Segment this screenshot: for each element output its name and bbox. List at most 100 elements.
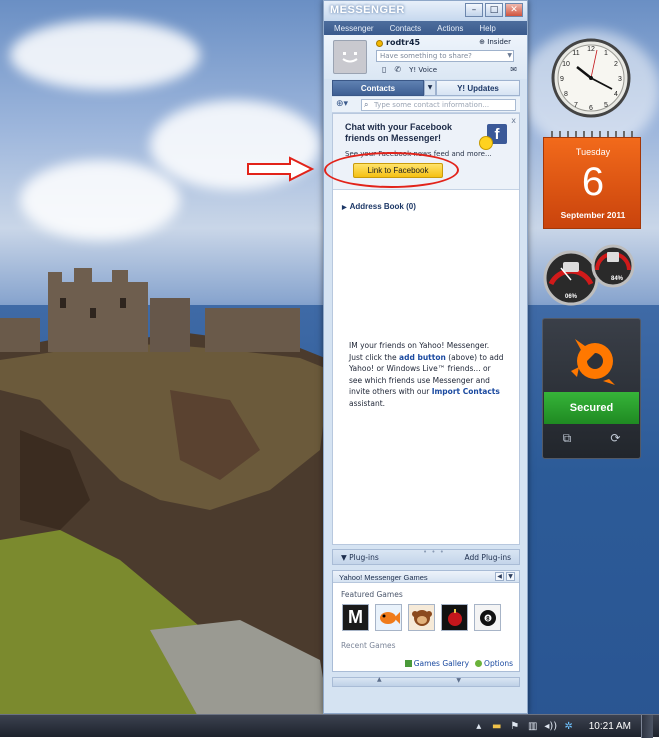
svg-text:12: 12 <box>587 46 595 53</box>
svg-text:8: 8 <box>564 91 568 98</box>
phone-icon[interactable]: ✆ <box>394 65 401 74</box>
mail-icon[interactable]: ✉ <box>510 65 517 74</box>
profile-area: rodtr45 ⊕ Insider Have something to shar… <box>324 35 527 79</box>
username[interactable]: rodtr45 <box>386 38 420 47</box>
game-mahjong-icon[interactable]: M <box>342 604 369 631</box>
status-placeholder: Have something to share? <box>380 52 472 60</box>
yahoo-voice-label[interactable]: Y! Voice <box>409 66 437 74</box>
minimize-button[interactable]: – <box>465 3 483 17</box>
insider-link[interactable]: ⊕ Insider <box>479 38 511 46</box>
game-8ball-icon[interactable]: 8 <box>474 604 501 631</box>
action-center-flag-icon[interactable]: ⚑ <box>509 721 521 733</box>
options-icon <box>475 660 483 667</box>
avatar-face-icon <box>342 52 358 63</box>
insider-label: Insider <box>487 38 511 46</box>
search-row: ⊕▾ ⌕ Type some contact information... <box>332 97 520 113</box>
tab-yahoo-updates[interactable]: Y! Updates <box>436 80 520 96</box>
scroll-down-icon[interactable]: ▼ <box>456 677 461 684</box>
expand-arrow-icon: ▶ <box>342 205 347 211</box>
search-placeholder: Type some contact information... <box>374 101 490 109</box>
mobile-icon[interactable]: ▯ <box>382 65 386 74</box>
bottom-scroll-bar: ▲ ▼ <box>332 676 520 687</box>
add-plugins-link[interactable]: Add Plug-ins <box>465 553 511 562</box>
add-contact-icon[interactable]: ⊕▾ <box>336 99 348 109</box>
status-message-input[interactable]: Have something to share? ▼ <box>376 50 514 62</box>
show-desktop-button[interactable] <box>641 715 653 738</box>
taskbar: ▴ ▬ ⚑ ▥ ◂)) ✲ 10:21 AM <box>0 714 659 738</box>
chevron-left-icon[interactable]: ◀ <box>495 572 504 581</box>
empty-list-help: IM your friends on Yahoo! Messenger. Jus… <box>349 340 505 409</box>
volume-icon[interactable]: ◂)) <box>544 721 557 733</box>
calendar-month-year: September 2011 <box>560 210 626 220</box>
menu-bar: Messenger Contacts Actions Help <box>324 21 527 35</box>
game-monkey-icon[interactable] <box>408 604 435 631</box>
expand-icon[interactable]: ⧉ <box>563 431 572 446</box>
title-bar[interactable]: MESSENGER – □ ✕ <box>324 1 527 21</box>
chevron-down-icon[interactable]: ▼ <box>506 572 515 581</box>
address-book-label: Address Book (0) <box>349 202 416 211</box>
games-gallery-link[interactable]: Games Gallery <box>404 659 470 668</box>
facebook-promo-title: Chat with your Facebook friends on Messe… <box>345 122 453 143</box>
plugins-label: Plug-ins <box>349 553 379 562</box>
calendar-page: Tuesday 6 September 2011 <box>543 137 641 229</box>
messenger-window: MESSENGER – □ ✕ Messenger Contacts Actio… <box>323 0 528 714</box>
online-status-icon[interactable] <box>376 40 383 47</box>
resize-grip[interactable]: • • • <box>423 548 445 556</box>
svg-text:3: 3 <box>618 76 622 83</box>
svg-text:6: 6 <box>589 105 593 112</box>
chevron-down-icon[interactable]: ▼ <box>424 80 436 96</box>
menu-help[interactable]: Help <box>479 24 495 33</box>
smiley-icon <box>479 136 493 150</box>
recent-games-label: Recent Games <box>341 641 396 650</box>
games-gallery-label: Games Gallery <box>413 659 470 668</box>
svg-text:4: 4 <box>614 91 618 98</box>
cloud <box>20 160 180 240</box>
system-tray: ▴ ▬ ⚑ ▥ ◂)) ✲ 10:21 AM <box>473 715 659 738</box>
cpu-meter-value: 06% <box>565 294 578 300</box>
game-fish-icon[interactable] <box>375 604 402 631</box>
messenger-logo: MESSENGER <box>330 4 405 16</box>
close-button[interactable]: ✕ <box>505 3 523 17</box>
avast-status: Secured <box>544 392 639 424</box>
annotation-ellipse <box>324 152 459 188</box>
calendar-gadget[interactable]: Tuesday 6 September 2011 <box>543 131 641 229</box>
svg-text:2: 2 <box>614 61 618 68</box>
gallery-icon <box>404 660 412 667</box>
games-title: Yahoo! Messenger Games <box>339 573 428 582</box>
app-tray-icon[interactable]: ✲ <box>563 721 575 733</box>
tab-bar: Contacts ▼ Y! Updates <box>332 80 520 96</box>
castle-ruins <box>0 268 300 352</box>
folder-icon[interactable]: ▬ <box>491 721 503 733</box>
maximize-button[interactable]: □ <box>485 3 503 17</box>
menu-messenger[interactable]: Messenger <box>334 24 374 33</box>
featured-games-label: Featured Games <box>341 590 403 599</box>
refresh-icon[interactable]: ⟳ <box>610 431 620 446</box>
help-text-3: assistant. <box>349 398 386 408</box>
menu-contacts[interactable]: Contacts <box>390 24 422 33</box>
import-contacts-link[interactable]: Import Contacts <box>432 387 500 396</box>
svg-text:7: 7 <box>574 102 578 109</box>
network-icon[interactable]: ▥ <box>527 721 539 733</box>
cloud <box>10 20 200 90</box>
games-options-link[interactable]: Options <box>475 659 513 668</box>
add-button-link[interactable]: add button <box>399 353 446 362</box>
cliff-landscape <box>0 332 330 714</box>
avast-gadget[interactable]: Secured ⧉ ⟳ <box>542 318 641 459</box>
games-panel: Yahoo! Messenger Games ◀ ▼ Featured Game… <box>332 570 520 672</box>
tab-contacts[interactable]: Contacts <box>332 80 424 96</box>
annotation-arrow <box>247 156 315 182</box>
address-book-group[interactable]: ▶ Address Book (0) <box>342 202 416 211</box>
taskbar-clock[interactable]: 10:21 AM <box>589 721 631 732</box>
avatar[interactable] <box>333 40 367 74</box>
close-promo-icon[interactable]: x <box>511 116 516 125</box>
chevron-down-icon[interactable]: ▼ <box>507 51 512 61</box>
plugins-toggle[interactable]: ▼ Plug-ins <box>341 553 379 562</box>
contact-search-input[interactable]: ⌕ Type some contact information... <box>361 99 516 111</box>
game-bomb-icon[interactable] <box>441 604 468 631</box>
menu-actions[interactable]: Actions <box>437 24 463 33</box>
cpu-meter-gadget[interactable]: 06% 84% <box>541 244 641 306</box>
scroll-up-icon[interactable]: ▲ <box>377 676 382 683</box>
games-options-label: Options <box>484 659 513 668</box>
clock-gadget[interactable]: 12 3 6 9 12 45 78 1011 <box>542 37 640 119</box>
show-hidden-icons-icon[interactable]: ▴ <box>473 721 485 733</box>
